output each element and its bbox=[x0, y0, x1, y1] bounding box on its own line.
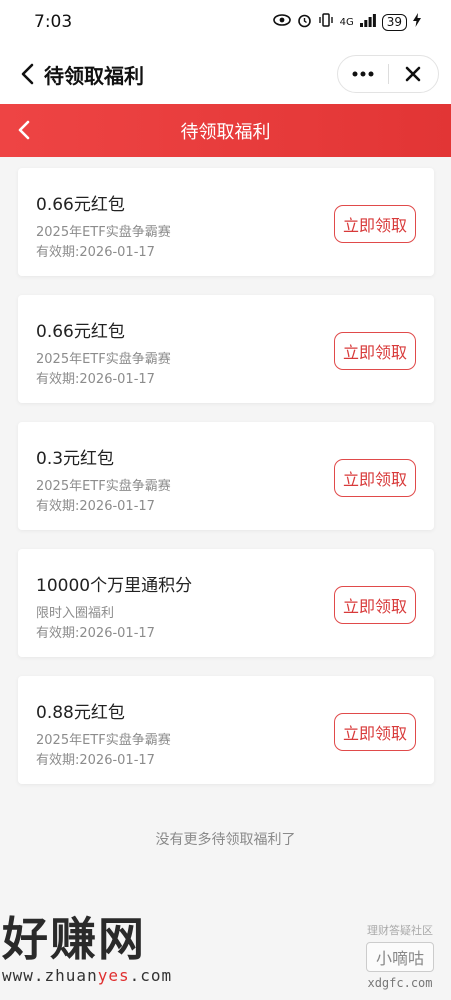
watermark-url-prefix: www.zhuan bbox=[2, 966, 98, 985]
nav-bar: 待领取福利 bbox=[0, 44, 451, 104]
welfare-card: 0.66元红包 2025年ETF实盘争霸赛 有效期:2026-01-17 立即领… bbox=[18, 168, 434, 276]
more-button[interactable] bbox=[338, 56, 388, 92]
welfare-list: 0.66元红包 2025年ETF实盘争霸赛 有效期:2026-01-17 立即领… bbox=[18, 168, 434, 803]
page-header: 待领取福利 bbox=[0, 104, 451, 157]
welfare-card: 10000个万里通积分 限时入圈福利 有效期:2026-01-17 立即领取 bbox=[18, 549, 434, 657]
card-source: 2025年ETF实盘争霸赛 bbox=[36, 352, 171, 367]
more-icon bbox=[352, 71, 374, 77]
status-time: 7:03 bbox=[34, 12, 73, 32]
capsule-menu bbox=[337, 55, 439, 93]
close-icon bbox=[405, 66, 421, 82]
card-title: 0.88元红包 bbox=[36, 703, 125, 723]
watermark-url-suffix: .com bbox=[129, 966, 173, 985]
welfare-card: 0.88元红包 2025年ETF实盘争霸赛 有效期:2026-01-17 立即领… bbox=[18, 676, 434, 784]
page-title: 待领取福利 bbox=[180, 121, 271, 143]
close-button[interactable] bbox=[388, 56, 438, 92]
vibrate-icon bbox=[318, 13, 334, 31]
card-validity: 有效期:2026-01-17 bbox=[36, 372, 155, 387]
charging-icon bbox=[413, 13, 421, 31]
watermark-brand: 好赚网 bbox=[2, 912, 146, 966]
card-source: 限时入圈福利 bbox=[36, 606, 115, 621]
card-title: 0.66元红包 bbox=[36, 322, 125, 342]
claim-button[interactable]: 立即领取 bbox=[334, 332, 416, 370]
card-title: 10000个万里通积分 bbox=[36, 576, 193, 596]
claim-button[interactable]: 立即领取 bbox=[334, 459, 416, 497]
nav-title: 待领取福利 bbox=[44, 63, 144, 88]
card-validity: 有效期:2026-01-17 bbox=[36, 753, 155, 768]
claim-button[interactable]: 立即领取 bbox=[334, 586, 416, 624]
claim-button[interactable]: 立即领取 bbox=[334, 713, 416, 751]
watermark-url: www.zhuanyes.com bbox=[2, 966, 172, 985]
eye-icon bbox=[272, 14, 291, 30]
chevron-left-icon bbox=[18, 120, 30, 140]
card-title: 0.3元红包 bbox=[36, 449, 115, 469]
watermark-logo: 好赚网 www.zhuanyes.com bbox=[2, 912, 172, 985]
welfare-card: 0.66元红包 2025年ETF实盘争霸赛 有效期:2026-01-17 立即领… bbox=[18, 295, 434, 403]
signal-icon bbox=[359, 13, 376, 31]
watermark-url-highlight: yes bbox=[97, 966, 130, 985]
watermark-right: 理财答疑社区 小嘀咕 xdgfc.com bbox=[355, 922, 445, 990]
status-icons: 4G 39 bbox=[272, 13, 421, 32]
watermark-site: xdgfc.com bbox=[367, 976, 433, 990]
watermark-tag: 理财答疑社区 bbox=[367, 924, 433, 937]
chevron-left-icon bbox=[21, 63, 34, 85]
card-validity: 有效期:2026-01-17 bbox=[36, 499, 155, 514]
card-source: 2025年ETF实盘争霸赛 bbox=[36, 225, 171, 240]
end-of-list-tip: 没有更多待领取福利了 bbox=[155, 832, 296, 848]
card-source: 2025年ETF实盘争霸赛 bbox=[36, 479, 171, 494]
battery-icon: 39 bbox=[381, 13, 407, 31]
card-validity: 有效期:2026-01-17 bbox=[36, 626, 155, 641]
card-source: 2025年ETF实盘争霸赛 bbox=[36, 733, 171, 748]
card-validity: 有效期:2026-01-17 bbox=[36, 245, 155, 260]
alarm-icon bbox=[297, 13, 312, 32]
network-label: 4G bbox=[339, 16, 354, 28]
welfare-card: 0.3元红包 2025年ETF实盘争霸赛 有效期:2026-01-17 立即领取 bbox=[18, 422, 434, 530]
watermark-name: 小嘀咕 bbox=[366, 942, 434, 972]
status-bar: 7:03 4G 39 bbox=[0, 0, 451, 44]
back-button[interactable] bbox=[12, 54, 42, 94]
claim-button[interactable]: 立即领取 bbox=[334, 205, 416, 243]
card-title: 0.66元红包 bbox=[36, 195, 125, 215]
header-back-button[interactable] bbox=[6, 110, 42, 150]
